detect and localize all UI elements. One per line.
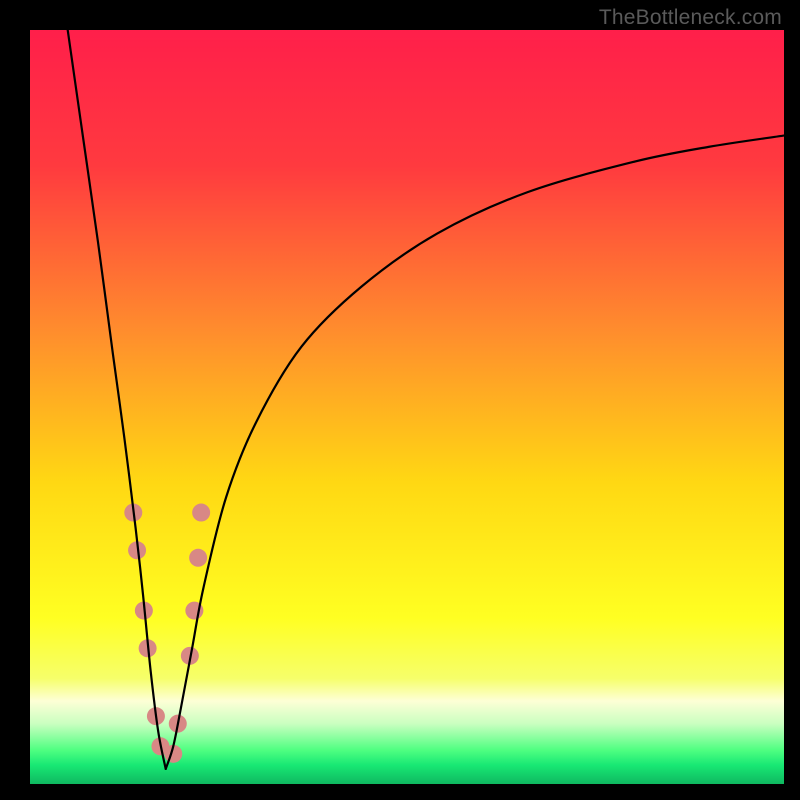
curve-right-branch <box>166 136 784 769</box>
plot-area <box>30 30 784 784</box>
data-marker <box>192 504 210 522</box>
data-marker <box>189 549 207 567</box>
chart-frame: TheBottleneck.com <box>0 0 800 800</box>
curve-left-branch <box>68 30 166 769</box>
chart-curves <box>30 30 784 784</box>
watermark-text: TheBottleneck.com <box>599 6 782 30</box>
